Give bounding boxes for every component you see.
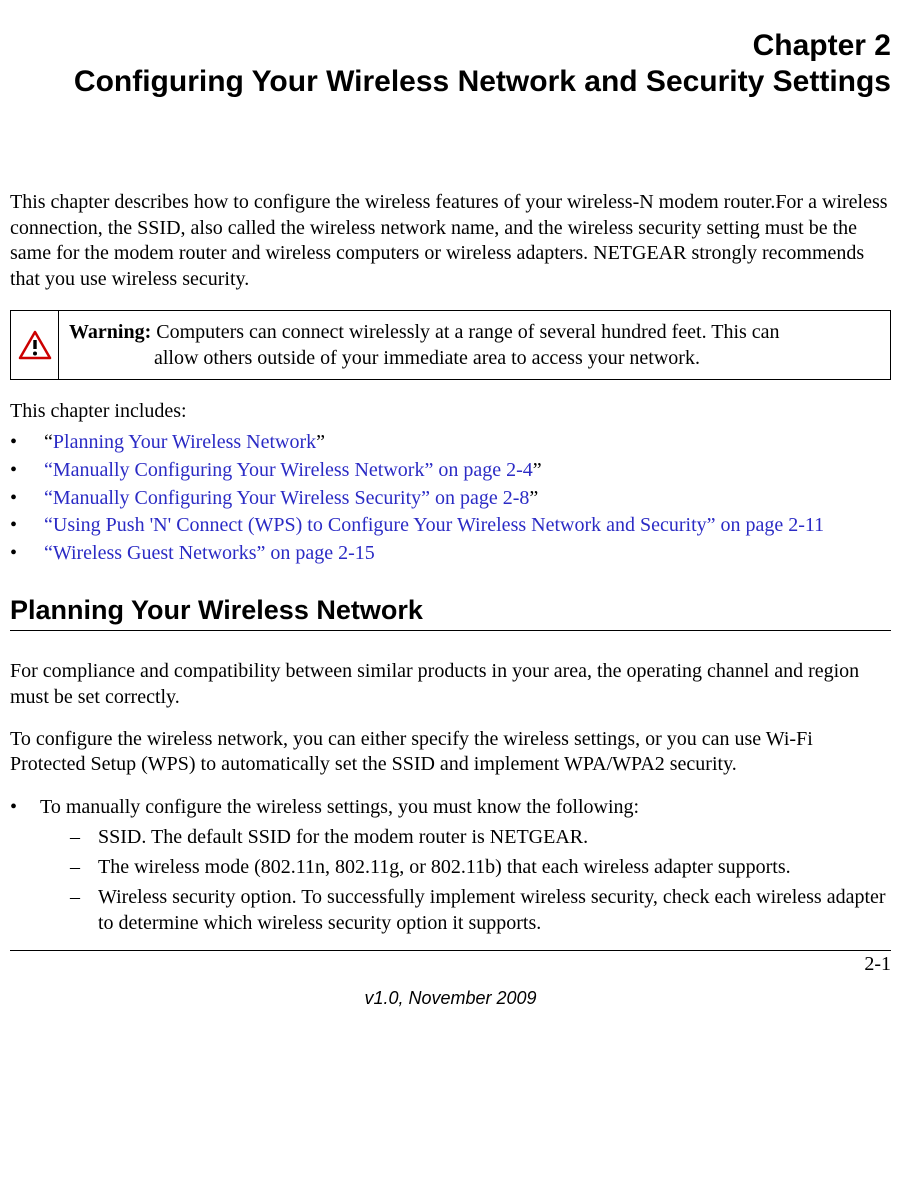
- bullet-glyph: •: [10, 457, 44, 485]
- toc-post: ”: [316, 431, 325, 453]
- warning-line1: Computers can connect wirelessly at a ra…: [151, 321, 779, 343]
- body-paragraph-2: To configure the wireless network, you c…: [10, 727, 891, 778]
- bullet-intro-text: To manually configure the wireless setti…: [40, 796, 639, 818]
- sub-item-ssid: SSID. The default SSID for the modem rou…: [98, 824, 891, 850]
- chapter-title: Configuring Your Wireless Network and Se…: [10, 64, 891, 100]
- toc-link-guest[interactable]: “Wireless Guest Networks” on page 2-15: [44, 542, 375, 564]
- footer-rule: [10, 950, 891, 951]
- bullet-glyph: •: [10, 512, 44, 540]
- page-number: 2-1: [10, 953, 891, 976]
- bullet-glyph: •: [10, 540, 44, 568]
- toc-link-manual-network[interactable]: “Manually Configuring Your Wireless Netw…: [44, 459, 533, 481]
- manual-config-list: • To manually configure the wireless set…: [10, 794, 891, 940]
- bullet-glyph: •: [10, 429, 44, 457]
- warning-box: Warning: Computers can connect wirelessl…: [10, 310, 891, 380]
- toc-item: • “Wireless Guest Networks” on page 2-15: [10, 540, 891, 568]
- toc-item: • “Planning Your Wireless Network”: [10, 429, 891, 457]
- sub-list-item: – The wireless mode (802.11n, 802.11g, o…: [40, 854, 891, 880]
- toc-list: • “Planning Your Wireless Network” • “Ma…: [10, 429, 891, 567]
- toc-item: • “Using Push 'N' Connect (WPS) to Confi…: [10, 512, 891, 540]
- toc-link-manual-security[interactable]: “Manually Configuring Your Wireless Secu…: [44, 487, 529, 509]
- chapter-header: Chapter 2 Configuring Your Wireless Netw…: [10, 28, 891, 100]
- sub-list: – SSID. The default SSID for the modem r…: [40, 824, 891, 936]
- list-item: • To manually configure the wireless set…: [10, 794, 891, 940]
- bullet-glyph: •: [10, 794, 40, 940]
- warning-triangle-icon: [18, 330, 52, 360]
- toc-link-planning[interactable]: Planning Your Wireless Network: [53, 431, 316, 453]
- bullet-glyph: •: [10, 485, 44, 513]
- sub-item-security: Wireless security option. To successfull…: [98, 884, 891, 936]
- sub-item-mode: The wireless mode (802.11n, 802.11g, or …: [98, 854, 891, 880]
- dash-glyph: –: [70, 824, 98, 850]
- toc-item: • “Manually Configuring Your Wireless Se…: [10, 485, 891, 513]
- sub-list-item: – Wireless security option. To successfu…: [40, 884, 891, 936]
- toc-pre: “: [44, 431, 53, 453]
- toc-link-wps[interactable]: “Using Push 'N' Connect (WPS) to Configu…: [44, 514, 824, 536]
- warning-label: Warning:: [69, 321, 151, 343]
- version-footer: v1.0, November 2009: [10, 988, 891, 1009]
- toc-post: ”: [533, 459, 542, 481]
- includes-label: This chapter includes:: [10, 400, 891, 423]
- chapter-number: Chapter 2: [10, 28, 891, 64]
- section-heading-planning: Planning Your Wireless Network: [10, 595, 891, 631]
- warning-text: Warning: Computers can connect wirelessl…: [59, 311, 890, 379]
- toc-post: ”: [529, 487, 538, 509]
- warning-line2: allow others outside of your immediate a…: [69, 345, 880, 371]
- dash-glyph: –: [70, 884, 98, 936]
- intro-paragraph: This chapter describes how to configure …: [10, 190, 891, 292]
- sub-list-item: – SSID. The default SSID for the modem r…: [40, 824, 891, 850]
- warning-icon-cell: [11, 311, 59, 379]
- dash-glyph: –: [70, 854, 98, 880]
- toc-item: • “Manually Configuring Your Wireless Ne…: [10, 457, 891, 485]
- body-paragraph-1: For compliance and compatibility between…: [10, 659, 891, 710]
